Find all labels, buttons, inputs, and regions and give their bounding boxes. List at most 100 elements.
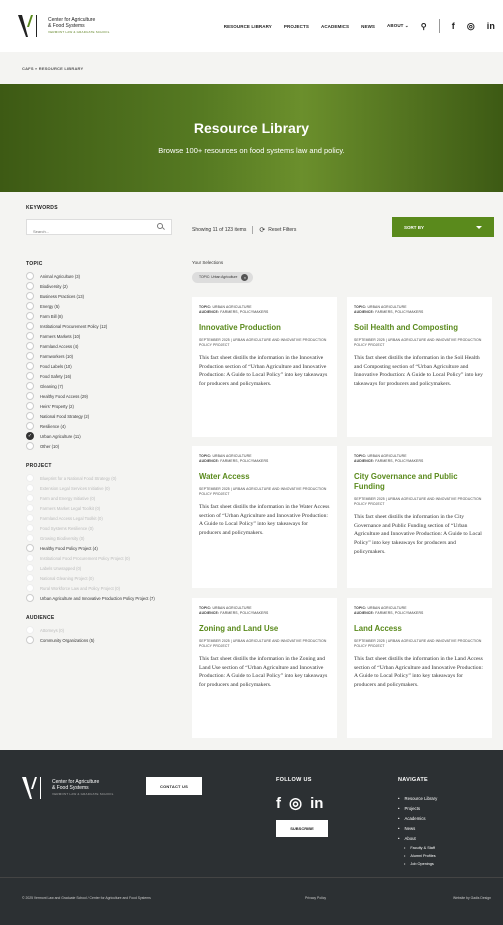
facebook-icon[interactable]: f [452,21,455,31]
contact-us-button[interactable]: CONTACT US [146,777,202,795]
breadcrumb[interactable]: CAFS » RESOURCE LIBRARY [22,66,83,71]
checkbox-icon[interactable] [26,372,34,380]
checkbox-icon[interactable] [26,402,34,410]
website-credit-link[interactable]: Website by Gadis Design [453,896,491,900]
checkbox-icon[interactable] [26,382,34,390]
checkbox-icon[interactable] [26,282,34,290]
topic-option[interactable]: Biodiversity (2) [26,281,176,291]
topic-option[interactable]: National Food Strategy (2) [26,411,176,421]
card-title[interactable]: City Governance and Public Funding [354,472,485,492]
facebook-icon[interactable]: f [276,795,281,812]
footer-nav-resource-library[interactable]: Resource Library [398,794,438,804]
project-option[interactable]: Food Systems Resilience (0) [26,523,176,533]
topic-option[interactable]: Farm Bill (8) [26,311,176,321]
project-option[interactable]: Urban Agriculture and Innovative Product… [26,593,176,603]
footer-nav-faculty[interactable]: Faculty & Staff [398,844,437,852]
project-option[interactable]: Extension Legal Services Initiative (0) [26,483,176,493]
footer-nav-academics[interactable]: Academics [398,814,437,824]
checkbox-icon[interactable] [26,352,34,360]
instagram-icon[interactable]: ◎ [289,794,302,812]
topic-option[interactable]: Energy (5) [26,301,176,311]
card-title[interactable]: Zoning and Land Use [199,624,330,634]
checkbox-icon[interactable] [26,342,34,350]
footer-nav-alumni[interactable]: Alumni Profiles [398,852,437,860]
nav-news[interactable]: NEWS [361,24,375,29]
nav-projects[interactable]: PROJECTS [284,24,309,29]
sort-by-dropdown[interactable]: SORT BY [392,217,494,237]
topic-option[interactable]: Food Safety (16) [26,371,176,381]
checkbox-icon[interactable] [26,636,34,644]
footer-nav-about[interactable]: About [398,834,437,844]
checkbox-icon[interactable] [26,292,34,300]
project-option[interactable]: Growing Biodiversity (0) [26,533,176,543]
footer-nav-jobs[interactable]: Job Openings [398,860,437,868]
reset-filters-button[interactable]: ⟳ Reset Filters [259,226,296,234]
topic-option[interactable]: Farmers Markets (10) [26,331,176,341]
resource-card[interactable]: TOPIC: URBAN AGRICULTURE AUDIENCE: FARMER… [347,446,492,588]
search-icon[interactable] [157,223,163,229]
privacy-policy-link[interactable]: Privacy Policy [305,896,326,900]
checkbox-icon[interactable] [26,474,34,482]
topic-option[interactable]: Gleaning (7) [26,381,176,391]
checkbox-icon[interactable] [26,564,34,572]
checkbox-icon[interactable] [26,554,34,562]
audience-option[interactable]: Attorneys (0) [26,625,176,635]
card-title[interactable]: Land Access [354,624,485,634]
resource-card[interactable]: TOPIC: URBAN AGRICULTURE AUDIENCE: FARMER… [347,598,492,738]
topic-option[interactable]: Animal Agriculture (3) [26,271,176,281]
project-option[interactable]: Institutional Food Procurement Policy Pr… [26,553,176,563]
topic-option[interactable]: Business Practices (13) [26,291,176,301]
checkbox-icon[interactable] [26,626,34,634]
checkbox-icon[interactable] [26,392,34,400]
checkbox-icon[interactable] [26,494,34,502]
checkbox-checked-icon[interactable]: ✓ [26,432,34,440]
checkbox-icon[interactable] [26,272,34,280]
checkbox-icon[interactable] [26,322,34,330]
topic-option[interactable]: Healthy Food Access (29) [26,391,176,401]
resource-card[interactable]: TOPIC: URBAN AGRICULTURE AUDIENCE: FARMER… [192,446,337,588]
project-option[interactable]: Rural Workforce Law and Policy Project (… [26,583,176,593]
checkbox-icon[interactable] [26,362,34,370]
close-icon[interactable]: × [241,273,249,281]
topic-option[interactable]: Institutional Procurement Policy (12) [26,321,176,331]
topic-option[interactable]: Other (10) [26,441,176,451]
topic-option[interactable]: Farmworkers (10) [26,351,176,361]
linkedin-icon[interactable]: in [310,795,323,812]
footer-logo[interactable]: Center for Agriculture & Food Systems VE… [20,774,114,802]
checkbox-icon[interactable] [26,442,34,450]
checkbox-icon[interactable] [26,574,34,582]
footer-nav-projects[interactable]: Projects [398,804,437,814]
card-title[interactable]: Water Access [199,472,330,482]
checkbox-icon[interactable] [26,302,34,310]
project-option[interactable]: Blueprint for a National Food Strategy (… [26,473,176,483]
project-option[interactable]: Farmland Access Legal Toolkit (0) [26,513,176,523]
checkbox-icon[interactable] [26,534,34,542]
checkbox-icon[interactable] [26,594,34,602]
nav-resource-library[interactable]: RESOURCE LIBRARY [224,24,272,29]
resource-card[interactable]: TOPIC: URBAN AGRICULTURE AUDIENCE: FARMER… [192,297,337,437]
checkbox-icon[interactable] [26,544,34,552]
footer-nav-news[interactable]: News [398,824,437,834]
selection-chip[interactable]: TOPIC: Urban Agriculture × [192,271,254,283]
checkbox-icon[interactable] [26,312,34,320]
project-option[interactable]: Healthy Food Policy Project (4) [26,543,176,553]
checkbox-icon[interactable] [26,514,34,522]
project-option[interactable]: Labels Unwrapped (0) [26,563,176,573]
nav-about[interactable]: ABOUT ⌄ [387,23,409,29]
checkbox-icon[interactable] [26,584,34,592]
topic-option[interactable]: Heirs' Property (2) [26,401,176,411]
topic-option[interactable]: ✓ Urban Agriculture (11) [26,431,176,441]
keyword-search-input[interactable] [27,224,147,239]
resource-card[interactable]: TOPIC: URBAN AGRICULTURE AUDIENCE: FARMER… [347,297,492,437]
card-title[interactable]: Soil Health and Composting [354,323,485,333]
site-logo[interactable]: Center for Agriculture & Food Systems VE… [16,12,110,40]
topic-option[interactable]: Resilience (4) [26,421,176,431]
topic-option[interactable]: Food Labels (10) [26,361,176,371]
checkbox-icon[interactable] [26,524,34,532]
checkbox-icon[interactable] [26,422,34,430]
search-icon[interactable]: ⚲ [421,22,427,31]
checkbox-icon[interactable] [26,412,34,420]
audience-option[interactable]: Community Organizations (5) [26,635,176,645]
checkbox-icon[interactable] [26,484,34,492]
project-option[interactable]: Farm and Energy Initiative (0) [26,493,176,503]
